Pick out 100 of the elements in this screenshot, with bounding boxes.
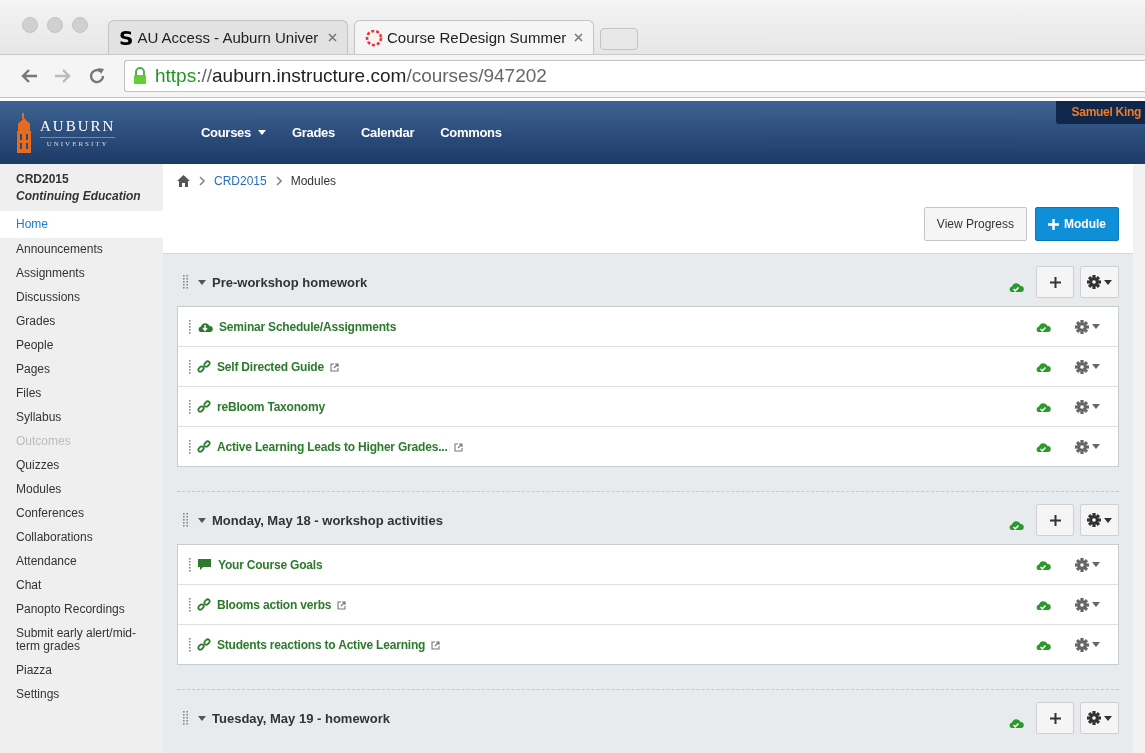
breadcrumb-current: Modules bbox=[290, 174, 337, 188]
published-cloud-icon[interactable] bbox=[1008, 280, 1024, 294]
browser-tab[interactable]: S AU Access - Auburn Univer bbox=[108, 20, 348, 54]
close-icon[interactable] bbox=[328, 33, 337, 42]
sidebar-link[interactable]: Announcements bbox=[0, 238, 163, 262]
course-term: Continuing Education bbox=[16, 189, 142, 203]
item-settings-button[interactable] bbox=[1075, 319, 1100, 334]
course-code: CRD2015 bbox=[16, 172, 70, 186]
add-item-button[interactable] bbox=[1036, 266, 1074, 298]
caret-icon bbox=[1092, 602, 1100, 607]
home-icon[interactable] bbox=[177, 175, 190, 187]
sidebar-link[interactable]: Pages bbox=[0, 358, 163, 382]
caret-icon bbox=[1092, 404, 1100, 409]
drag-handle-icon[interactable] bbox=[189, 319, 191, 334]
module-settings-button[interactable] bbox=[1080, 266, 1119, 298]
drag-handle-icon[interactable] bbox=[189, 557, 191, 572]
add-item-button[interactable] bbox=[1036, 504, 1074, 536]
sidebar-link[interactable]: Conferences bbox=[0, 502, 163, 526]
drag-handle-icon[interactable] bbox=[189, 439, 191, 454]
item-settings-button[interactable] bbox=[1075, 557, 1100, 572]
sidebar-link[interactable]: Assignments bbox=[0, 262, 163, 286]
browser-tab[interactable]: Course ReDesign Summer bbox=[354, 20, 594, 54]
module-item-link[interactable]: Active Learning Leads to Higher Grades... bbox=[217, 439, 448, 454]
sidebar-link[interactable]: Piazza bbox=[0, 659, 163, 683]
gear-icon bbox=[1075, 637, 1089, 652]
tab-title: Course ReDesign Summer bbox=[387, 29, 568, 46]
tower-logo-icon bbox=[14, 112, 34, 153]
item-settings-button[interactable] bbox=[1075, 399, 1100, 414]
published-cloud-icon[interactable] bbox=[1008, 716, 1024, 730]
item-settings-button[interactable] bbox=[1075, 359, 1100, 374]
module-item-link[interactable]: Self Directed Guide bbox=[217, 359, 324, 374]
drag-handle-icon[interactable] bbox=[183, 711, 188, 725]
module-item-link[interactable]: Your Course Goals bbox=[218, 557, 323, 572]
nav-link[interactable]: Commons bbox=[432, 125, 520, 140]
nav-link[interactable]: Calendar bbox=[352, 125, 433, 140]
nav-link[interactable]: Courses bbox=[193, 125, 284, 140]
sidebar-link[interactable]: Collaborations bbox=[0, 526, 163, 550]
drag-handle-icon[interactable] bbox=[189, 399, 191, 414]
link-icon bbox=[197, 439, 211, 454]
nav-link[interactable]: Grades bbox=[283, 125, 353, 140]
sidebar-link[interactable]: Submit early alert/mid-term grades bbox=[0, 622, 163, 659]
drag-handle-icon[interactable] bbox=[183, 513, 188, 527]
sidebar-link[interactable]: Syllabus bbox=[0, 406, 163, 430]
user-name-link[interactable]: Samuel King bbox=[1055, 101, 1145, 124]
sidebar-link[interactable]: Grades bbox=[0, 310, 163, 334]
module-title: Monday, May 18 - workshop activities bbox=[212, 512, 444, 528]
drag-handle-icon[interactable] bbox=[189, 637, 191, 652]
gear-icon bbox=[1087, 275, 1101, 289]
sidebar-link[interactable]: Attendance bbox=[0, 550, 163, 574]
caret-down-icon[interactable] bbox=[198, 714, 206, 722]
chevron-icon bbox=[199, 176, 205, 186]
module-title: Pre-workshop homework bbox=[212, 274, 369, 290]
sidebar-link[interactable]: Files bbox=[0, 382, 163, 406]
sidebar-link[interactable]: Panopto Recordings bbox=[0, 598, 163, 622]
item-settings-button[interactable] bbox=[1075, 597, 1100, 612]
ring-favicon-icon bbox=[365, 28, 383, 47]
cloud-download-icon bbox=[197, 320, 213, 333]
back-icon[interactable] bbox=[20, 68, 38, 84]
link-icon bbox=[197, 597, 211, 612]
module-settings-button[interactable] bbox=[1080, 702, 1119, 734]
gear-icon bbox=[1075, 557, 1089, 572]
favicon: S bbox=[119, 25, 134, 50]
sidebar-link[interactable]: Chat bbox=[0, 574, 163, 598]
add-item-button[interactable] bbox=[1036, 702, 1074, 734]
address-bar[interactable]: https://auburn.instructure.com/courses/947202 bbox=[124, 60, 1145, 92]
drag-handle-icon[interactable] bbox=[189, 597, 191, 612]
sidebar-link[interactable]: Quizzes bbox=[0, 454, 163, 478]
lock-icon bbox=[133, 67, 147, 85]
caret-down-icon[interactable] bbox=[198, 516, 206, 524]
item-settings-button[interactable] bbox=[1075, 439, 1100, 454]
reload-icon[interactable] bbox=[88, 67, 106, 85]
sidebar-link[interactable]: People bbox=[0, 334, 163, 358]
link-icon bbox=[197, 637, 211, 652]
caret-icon bbox=[1104, 517, 1112, 523]
item-settings-button[interactable] bbox=[1075, 637, 1100, 652]
module-item-link[interactable]: Students reactions to Active Learning bbox=[217, 637, 426, 652]
sidebar-link[interactable]: Modules bbox=[0, 478, 163, 502]
sidebar-link[interactable]: Home bbox=[0, 211, 163, 238]
caret-icon bbox=[1092, 364, 1100, 369]
add-module-button[interactable]: Module bbox=[1035, 207, 1119, 241]
module-item-link[interactable]: Blooms action verbs bbox=[217, 597, 332, 612]
module-item-link[interactable]: reBloom Taxonomy bbox=[217, 399, 325, 414]
sidebar-link[interactable]: Discussions bbox=[0, 286, 163, 310]
tab-title: AU Access - Auburn Univer bbox=[137, 29, 320, 46]
module-settings-button[interactable] bbox=[1080, 504, 1119, 536]
drag-handle-icon[interactable] bbox=[189, 359, 191, 374]
gear-icon bbox=[1075, 319, 1089, 334]
caret-icon bbox=[1104, 279, 1112, 285]
module-item-link[interactable]: Seminar Schedule/Assignments bbox=[219, 319, 397, 334]
drag-handle-icon[interactable] bbox=[183, 275, 188, 289]
caret-down-icon[interactable] bbox=[198, 278, 206, 286]
gear-icon bbox=[1087, 711, 1101, 725]
speech-bubble-icon bbox=[197, 558, 212, 571]
breadcrumb-link[interactable]: CRD2015 bbox=[214, 174, 267, 188]
view-progress-button[interactable]: View Progress bbox=[923, 207, 1027, 241]
caret-icon bbox=[1092, 324, 1100, 329]
published-cloud-icon[interactable] bbox=[1008, 518, 1024, 532]
close-icon[interactable] bbox=[574, 33, 583, 42]
caret-icon bbox=[1092, 562, 1100, 567]
sidebar-link[interactable]: Settings bbox=[0, 683, 163, 707]
